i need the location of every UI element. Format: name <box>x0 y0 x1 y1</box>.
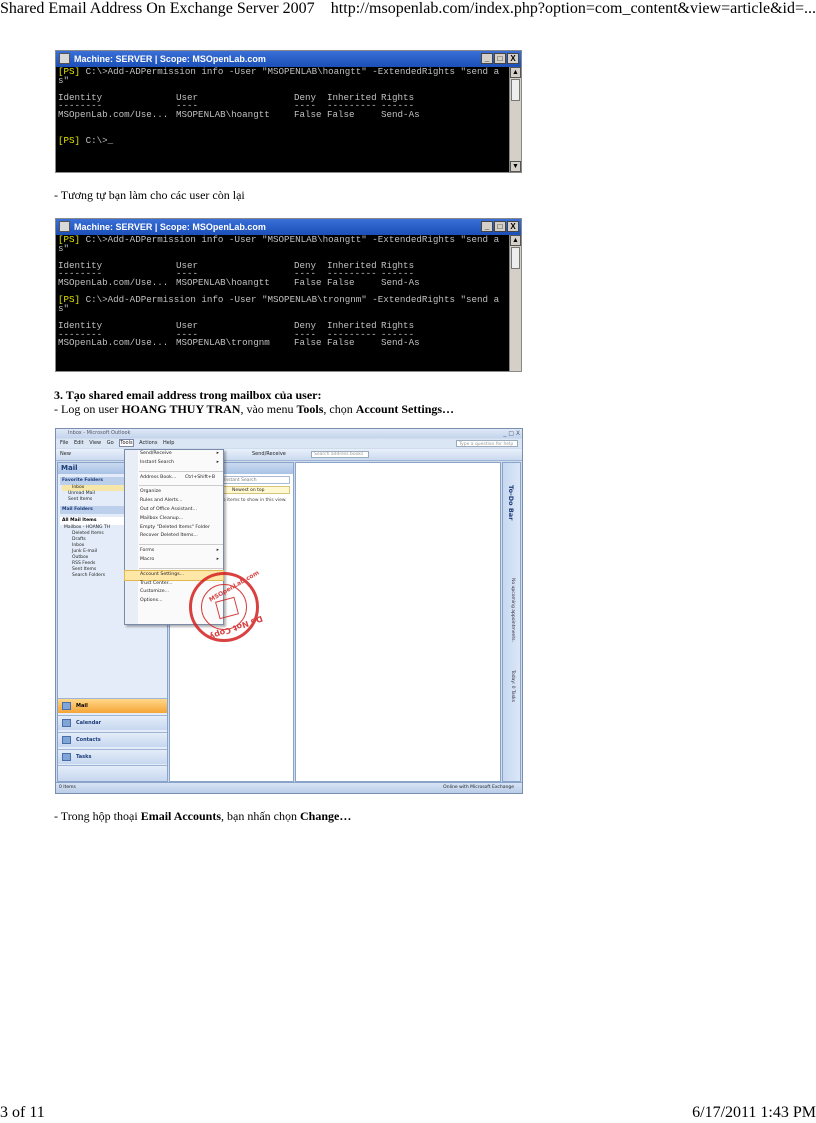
result-row: MSOpenLab.com/Use... MSOPENLAB\trongnm Fal… <box>58 337 420 349</box>
minimize-icon[interactable]: _ <box>481 53 493 64</box>
console-title: Machine: SERVER | Scope: MSOpenLab.com <box>74 54 266 64</box>
console-output: [PS] C:\>Add-ADPermission info -User "MS… <box>56 235 509 371</box>
nav-button-contacts[interactable]: Contacts <box>58 732 167 747</box>
command-text: C:\>Add-ADPermission info -User "MSOPENL… <box>85 66 500 77</box>
menu-item-out-of-office[interactable]: Out of Office Assistant... <box>125 506 223 515</box>
result-row: MSOpenLab.com/Use... MSOPENLAB\hoangtt Fal… <box>58 276 420 288</box>
menu-item-empty-deleted[interactable]: Empty "Deleted Items" Folder <box>125 524 223 533</box>
mail-icon <box>62 702 71 710</box>
maximize-icon[interactable]: □ <box>494 221 506 232</box>
command-text: C:\>Add-ADPermission info -User "MSOPENL… <box>85 294 500 306</box>
command-text-wrap: s" <box>58 242 70 254</box>
todo-bar-title: To-Do Bar <box>507 485 515 521</box>
maximize-icon[interactable]: □ <box>494 53 506 64</box>
instruction-tools-menu: - Log on user HOANG THUY TRAN, vào menu … <box>54 402 455 416</box>
instruction-email-accounts: - Trong hộp thoại Email Accounts, bạn nh… <box>54 809 352 823</box>
todo-appointments: No upcoming appointments. <box>510 578 515 642</box>
scroll-up-icon[interactable]: ▲ <box>510 235 521 246</box>
console-app-icon <box>59 221 70 232</box>
result-row: MSOpenLab.com/Use... MSOPENLAB\hoangtt Fal… <box>58 108 420 120</box>
scroll-down-icon[interactable]: ▼ <box>510 161 521 172</box>
page-number: 3 of 11 <box>0 1104 45 1121</box>
outlook-titlebar: Inbox - Microsoft Outlook _ □ X <box>56 429 522 438</box>
scroll-up-icon[interactable]: ▲ <box>510 67 521 78</box>
console-titlebar: Machine: SERVER | Scope: MSOpenLab.com _… <box>56 51 521 67</box>
powershell-window-2: Machine: SERVER | Scope: MSOpenLab.com _… <box>55 218 522 372</box>
menu-edit[interactable]: Edit <box>74 440 84 446</box>
menu-help[interactable]: Help <box>163 440 174 446</box>
menu-item-rules-alerts[interactable]: Rules and Alerts... <box>125 497 223 506</box>
scroll-thumb[interactable] <box>511 79 520 101</box>
console-scrollbar[interactable]: ▲ ▼ <box>509 67 521 172</box>
nav-button-calendar[interactable]: Calendar <box>58 715 167 730</box>
close-icon[interactable]: X <box>507 53 519 64</box>
status-bar: 0 Items Online with Microsoft Exchange <box>56 782 522 793</box>
print-datetime: 6/17/2011 1:43 PM <box>692 1104 816 1121</box>
todo-tasks: Today: 0 Tasks <box>510 670 515 702</box>
menu-tools[interactable]: Tools <box>119 439 134 447</box>
status-connection: Online with Microsoft Exchange <box>443 785 514 790</box>
nav-mini-buttons[interactable] <box>58 765 167 781</box>
menu-item-recover-deleted[interactable]: Recover Deleted Items... <box>125 532 223 541</box>
console-output: [PS] C:\>Add-ADPermission info -User "MS… <box>56 67 509 172</box>
menu-item-macro[interactable]: Macro ▸ <box>125 556 223 565</box>
section-heading: 3. Tạo shared email address trong mailbo… <box>54 388 322 402</box>
console-title: Machine: SERVER | Scope: MSOpenLab.com <box>74 222 266 232</box>
empty-list-text: no items to show in this view. <box>220 498 287 503</box>
close-icon[interactable]: X <box>507 221 519 232</box>
menu-item-organize[interactable]: Organize <box>125 488 223 497</box>
minimize-icon[interactable]: _ <box>481 221 493 232</box>
menu-view[interactable]: View <box>89 440 101 446</box>
command-text-wrap: s" <box>58 74 70 86</box>
result-header: Identity User Deny Inherited Rights <box>58 91 415 103</box>
tasks-icon <box>62 753 71 761</box>
console-app-icon <box>59 53 70 64</box>
menu-bar: File Edit View Go Tools Actions Help <box>56 439 522 448</box>
status-item-count: 0 Items <box>59 785 76 790</box>
help-search-box[interactable]: Type a question for help <box>456 440 518 447</box>
watermark-stamp: MSOpenLab.com Do Not Copy <box>189 569 264 642</box>
console-scrollbar[interactable]: ▲ <box>509 235 521 371</box>
menu-actions[interactable]: Actions <box>139 440 157 446</box>
nav-button-tasks[interactable]: Tasks <box>58 749 167 764</box>
command-text-wrap: s" <box>58 302 70 314</box>
menu-item-send-receive[interactable]: Send/Receive ▸ <box>125 450 223 459</box>
outlook-window: Inbox - Microsoft Outlook _ □ X File Edi… <box>55 428 523 794</box>
result-header: Identity User Deny Inherited Rights <box>58 259 415 271</box>
page-header-title: Shared Email Address On Exchange Server … <box>0 0 315 17</box>
scroll-thumb[interactable] <box>511 247 520 269</box>
calendar-icon <box>62 719 71 727</box>
command-text: C:\>Add-ADPermission info -User "MSOPENL… <box>85 234 500 245</box>
powershell-window-1: Machine: SERVER | Scope: MSOpenLab.com _… <box>55 50 522 173</box>
window-controls[interactable]: _ □ X <box>503 430 520 437</box>
send-receive-button[interactable]: Send/Receive <box>252 451 286 457</box>
address-book-search[interactable]: Search address books <box>311 451 369 458</box>
menu-file[interactable]: File <box>60 440 68 446</box>
menu-item-instant-search[interactable]: Instant Search ▸ <box>125 459 223 468</box>
nav-button-mail[interactable]: Mail <box>58 698 167 713</box>
reading-pane <box>295 462 501 782</box>
menu-item-forms[interactable]: Forms ▸ <box>125 547 223 556</box>
result-header: Identity User Deny Inherited Rights <box>58 319 415 331</box>
console-titlebar: Machine: SERVER | Scope: MSOpenLab.com _… <box>56 219 521 235</box>
menu-item-mailbox-cleanup[interactable]: Mailbox Cleanup... <box>125 515 223 524</box>
page-header-url: http://msopenlab.com/index.php?option=co… <box>330 0 816 17</box>
contacts-icon <box>62 736 71 744</box>
paragraph-repeat-users: - Tương tự bạn làm cho các user còn lại <box>54 188 245 202</box>
cursor-line: C:\>_ <box>85 134 114 146</box>
new-button[interactable]: New <box>60 451 71 457</box>
todo-bar[interactable]: To-Do Bar No upcoming appointments. Toda… <box>502 462 521 782</box>
ps-prompt: [PS] <box>58 134 86 146</box>
menu-go[interactable]: Go <box>107 440 114 446</box>
window-title: Inbox - Microsoft Outlook <box>68 430 131 436</box>
menu-item-address-book[interactable]: Address Book... Ctrl+Shift+B <box>125 474 223 483</box>
